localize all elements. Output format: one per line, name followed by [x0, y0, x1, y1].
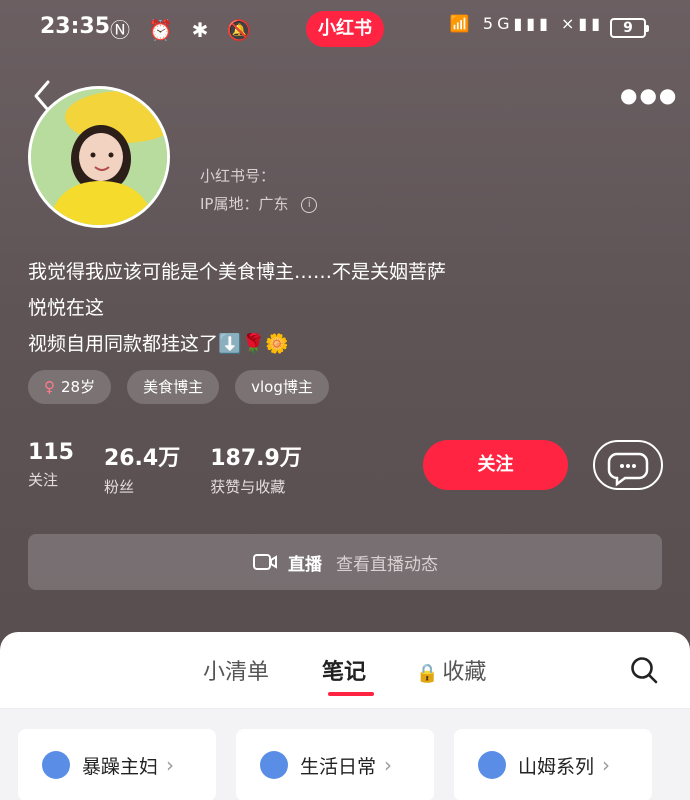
stat-label: 关注	[28, 471, 59, 489]
collection-icon	[478, 751, 506, 779]
status-bar: 23:35 Ⓝ ⏰ ✱ 🔕 小红书 📶 5G▮▮▮ ×▮▮ 9	[0, 0, 690, 60]
collection-item[interactable]: 生活日常 ›	[236, 729, 434, 800]
collection-item[interactable]: 暴躁主妇 ›	[18, 729, 216, 800]
bio-line: 视频自用同款都挂这了⬇️🌹🌼	[28, 333, 289, 355]
search-icon	[631, 657, 658, 684]
collection-label: 山姆系列	[518, 755, 595, 778]
collection-icon	[260, 751, 288, 779]
tag-food-blogger[interactable]: 美食博主	[127, 370, 220, 404]
stat-followers[interactable]: 26.4万 粉丝	[104, 440, 180, 497]
bluetooth-icon: ✱	[191, 18, 215, 42]
profile-tags: ♀ 28岁 美食博主 vlog博主	[28, 370, 329, 404]
tag-age[interactable]: ♀ 28岁	[28, 370, 112, 404]
tab-checklist[interactable]: 小清单	[203, 654, 269, 686]
status-time: 23:35	[40, 14, 111, 39]
collection-label: 生活日常	[300, 755, 377, 778]
signal-icon: ×▮▮	[560, 14, 604, 33]
profile-tabs: 小清单 笔记 🔒 收藏	[0, 654, 690, 694]
chevron-right-icon: ›	[384, 753, 393, 777]
app-indicator: 小红书	[306, 11, 384, 47]
follow-button[interactable]: 关注	[423, 440, 568, 490]
collection-icon	[42, 751, 70, 779]
stat-label: 粉丝	[103, 478, 134, 496]
stat-following[interactable]: 115 关注	[28, 440, 74, 497]
battery-indicator: 9	[610, 18, 649, 38]
tab-collections-label: 收藏	[442, 660, 487, 685]
message-button[interactable]	[593, 440, 663, 490]
nfc-icon: Ⓝ	[110, 18, 136, 42]
collection-label: 暴躁主妇	[82, 755, 159, 778]
avatar[interactable]	[28, 86, 170, 228]
stat-number: 187.9万	[210, 446, 302, 471]
ip-location-text: IP属地：广东	[200, 195, 289, 213]
bio-line: 我觉得我应该可能是个美食博主……不是关姻菩萨	[28, 261, 447, 283]
live-label: 直播	[288, 554, 322, 575]
more-button[interactable]: ●●●	[620, 80, 676, 110]
stat-number: 115	[28, 440, 74, 465]
active-tab-indicator	[328, 692, 374, 696]
profile-meta: 小红书号： IP属地：广东 i	[200, 162, 318, 218]
stat-label: 获赞与收藏	[210, 478, 286, 496]
search-button[interactable]	[628, 654, 660, 686]
more-icon: ●●●	[620, 83, 679, 107]
bio-line: 悦悦在这	[28, 297, 105, 319]
stat-number: 26.4万	[103, 446, 181, 471]
collection-item[interactable]: 山姆系列 ›	[454, 729, 652, 800]
profile-page: 23:35 Ⓝ ⏰ ✱ 🔕 小红书 📶 5G▮▮▮ ×▮▮ 9 ●●● 小红书号…	[0, 0, 690, 800]
stat-likes-collections[interactable]: 187.9万 获赞与收藏	[210, 440, 302, 497]
tag-age-label: 28岁	[61, 378, 96, 396]
info-icon[interactable]: i	[301, 196, 318, 213]
status-left-icons: Ⓝ ⏰ ✱ 🔕	[110, 14, 258, 43]
lock-icon: 🔒	[416, 663, 439, 684]
avatar-image	[31, 89, 167, 225]
5g-signal-icon: 5G▮▮▮	[482, 14, 552, 33]
alarm-icon: ⏰	[148, 18, 180, 42]
tab-collections[interactable]: 🔒 收藏	[416, 654, 486, 686]
status-right-icons: 📶 5G▮▮▮ ×▮▮	[450, 14, 604, 33]
collection-list: 暴躁主妇 › 生活日常 › 山姆系列 ›	[0, 709, 690, 800]
chat-icon	[607, 452, 649, 487]
profile-stats: 115 关注 26.4万 粉丝 187.9万 获赞与收藏	[28, 440, 302, 497]
profile-bio: 我觉得我应该可能是个美食博主……不是关姻菩萨 悦悦在这 视频自用同款都挂这了⬇️…	[28, 254, 446, 362]
tab-notes[interactable]: 笔记	[322, 654, 366, 686]
live-bar[interactable]: 直播 查看直播动态	[28, 534, 662, 590]
chevron-right-icon: ›	[602, 753, 611, 777]
xhs-id: 小红书号：	[200, 167, 276, 185]
wifi-icon: 📶	[449, 14, 474, 33]
chevron-right-icon: ›	[166, 753, 175, 777]
tag-vlog-blogger[interactable]: vlog博主	[235, 370, 329, 404]
live-subtitle: 查看直播动态	[336, 554, 438, 575]
ip-location: IP属地：广东 i	[200, 190, 318, 218]
video-camera-icon	[253, 554, 277, 570]
female-icon: ♀	[44, 378, 55, 396]
mute-icon: 🔕	[226, 18, 258, 42]
